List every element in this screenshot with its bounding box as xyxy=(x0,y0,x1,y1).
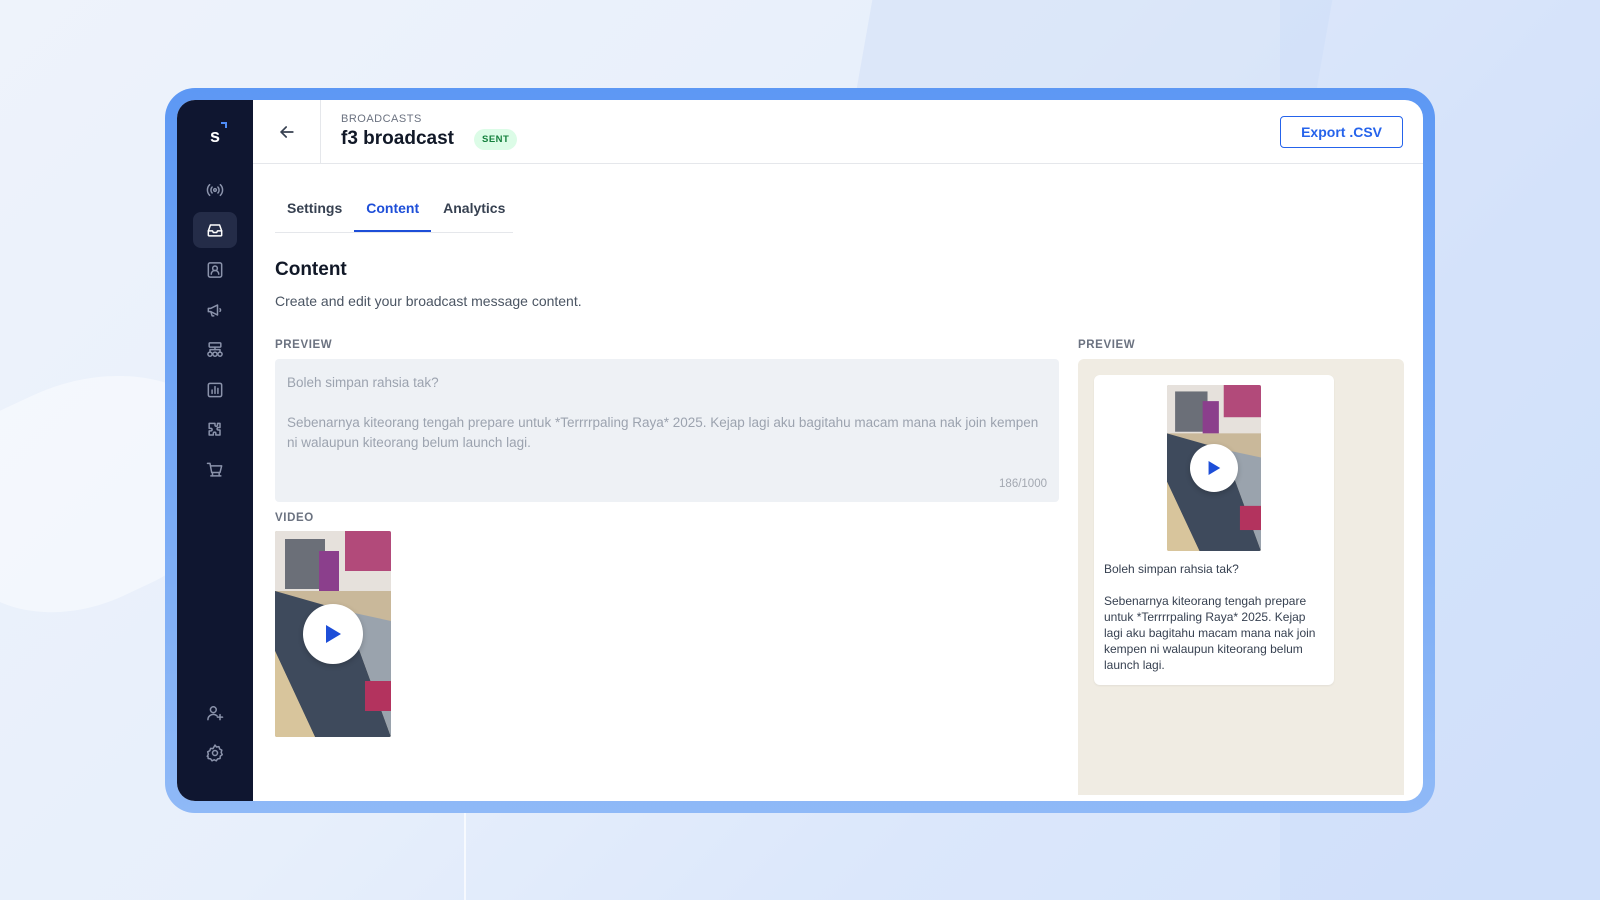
add-user-icon xyxy=(207,706,224,721)
megaphone-icon xyxy=(207,304,222,317)
sidebar-item-reports[interactable] xyxy=(193,372,237,408)
bar-chart-icon xyxy=(207,382,223,398)
play-icon xyxy=(326,625,341,643)
puzzle-icon xyxy=(208,422,221,436)
phone-preview-label: PREVIEW xyxy=(1078,339,1136,351)
top-bar: BROADCASTS f3 broadcast SENT Export .CSV xyxy=(253,100,1423,164)
sidebar-item-inbox[interactable] xyxy=(193,212,237,248)
play-button[interactable] xyxy=(303,604,363,664)
shopping-cart-icon xyxy=(206,462,223,477)
device-frame: s BROADCASTS f3 broadcast SENT Export .C… xyxy=(165,88,1435,813)
sidebar-bottom xyxy=(177,691,253,771)
editor-label: PREVIEW xyxy=(275,339,333,351)
sidebar-item-contacts[interactable] xyxy=(193,252,237,288)
chat-preview-background: Boleh simpan rahsia tak? Sebenarnya kite… xyxy=(1078,359,1404,795)
preview-video-thumbnail[interactable] xyxy=(1167,385,1261,551)
video-label: VIDEO xyxy=(275,512,314,524)
character-count: 186/1000 xyxy=(999,478,1047,490)
content-area: Settings Content Analytics Content Creat… xyxy=(253,164,1423,801)
contact-book-icon xyxy=(207,262,223,278)
section-title: Content xyxy=(275,259,347,280)
sidebar-item-flows[interactable] xyxy=(193,332,237,368)
app-logo[interactable]: s xyxy=(197,118,233,154)
preview-play-button[interactable] xyxy=(1190,444,1238,492)
tab-settings[interactable]: Settings xyxy=(275,188,354,232)
flow-hierarchy-icon xyxy=(207,342,223,357)
logo-letter: s xyxy=(209,125,220,146)
section-subtitle: Create and edit your broadcast message c… xyxy=(275,293,582,309)
gear-icon xyxy=(206,744,223,762)
page-title: f3 broadcast xyxy=(341,128,454,149)
main-panel: BROADCASTS f3 broadcast SENT Export .CSV… xyxy=(253,100,1423,801)
preview-message-text: Boleh simpan rahsia tak? Sebenarnya kite… xyxy=(1104,562,1316,672)
sidebar-item-broadcast[interactable] xyxy=(193,172,237,208)
sidebar-item-invite-user[interactable] xyxy=(193,695,237,731)
tab-content[interactable]: Content xyxy=(354,188,432,232)
sidebar-item-integrations[interactable] xyxy=(193,412,237,448)
export-csv-button[interactable]: Export .CSV xyxy=(1280,116,1403,148)
sidebar-item-commerce[interactable] xyxy=(193,452,237,488)
broadcast-signal-icon xyxy=(206,183,224,197)
message-text: Boleh simpan rahsia tak? Sebenarnya kite… xyxy=(287,375,1039,450)
page-heading: BROADCASTS f3 broadcast SENT xyxy=(321,113,518,150)
background-line xyxy=(464,800,466,900)
sidebar-item-settings[interactable] xyxy=(193,735,237,771)
video-thumbnail[interactable] xyxy=(275,531,391,737)
arrow-left-icon xyxy=(279,125,294,138)
title-row: f3 broadcast SENT xyxy=(341,128,518,150)
app-window: s BROADCASTS f3 broadcast SENT Export .C… xyxy=(177,100,1423,801)
sidebar-item-campaigns[interactable] xyxy=(193,292,237,328)
inbox-icon xyxy=(207,224,223,237)
message-textarea[interactable]: Boleh simpan rahsia tak? Sebenarnya kite… xyxy=(275,359,1059,502)
logo-accent-icon xyxy=(221,122,227,128)
preview-column: PREVIEW Boleh simpan rahsia tak? Sebenar… xyxy=(1078,339,1404,795)
sidebar: s xyxy=(177,100,253,801)
back-button[interactable] xyxy=(253,100,321,164)
breadcrumb[interactable]: BROADCASTS xyxy=(341,113,517,125)
tab-bar: Settings Content Analytics xyxy=(275,188,513,233)
message-bubble: Boleh simpan rahsia tak? Sebenarnya kite… xyxy=(1094,375,1334,685)
play-icon xyxy=(1208,461,1221,475)
status-badge: SENT xyxy=(473,128,518,150)
editor-column: PREVIEW Boleh simpan rahsia tak? Sebenar… xyxy=(275,339,1059,737)
tab-analytics[interactable]: Analytics xyxy=(431,188,517,232)
